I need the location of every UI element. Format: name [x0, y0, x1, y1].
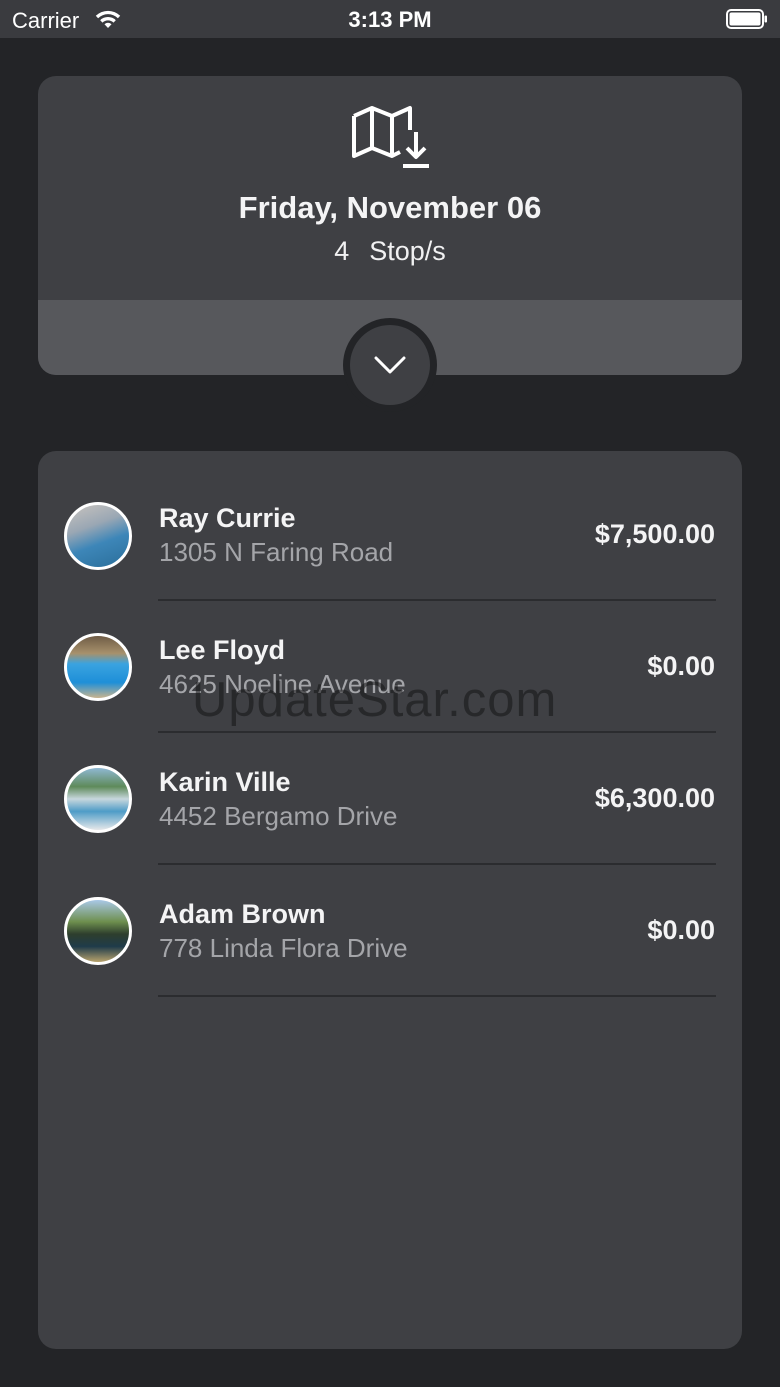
- status-bar: Carrier 3:13 PM: [0, 0, 780, 38]
- stop-amount: $6,300.00: [594, 783, 715, 813]
- stop-amount: $7,500.00: [594, 519, 715, 549]
- customer-avatar: [64, 502, 132, 570]
- customer-avatar: [64, 765, 132, 833]
- stop-row[interactable]: Adam Brown 778 Linda Flora Drive $0.00: [38, 847, 742, 997]
- customer-avatar: [64, 897, 132, 965]
- customer-avatar: [64, 633, 132, 701]
- stop-row[interactable]: Ray Currie 1305 N Faring Road $7,500.00: [38, 451, 742, 601]
- stop-amount: $0.00: [647, 651, 715, 681]
- chevron-down-icon: [374, 356, 406, 374]
- map-download-icon[interactable]: [352, 104, 430, 170]
- watermark: UpdateStar.com: [192, 673, 558, 727]
- customer-name: Adam Brown: [159, 899, 326, 929]
- row-divider: [158, 995, 716, 997]
- customer-name: Karin Ville: [159, 767, 291, 797]
- status-time: 3:13 PM: [348, 7, 432, 32]
- customer-address: 1305 N Faring Road: [159, 537, 394, 567]
- customer-address: 4452 Bergamo Drive: [159, 801, 398, 831]
- customer-address: 778 Linda Flora Drive: [159, 933, 408, 963]
- expand-button[interactable]: [343, 318, 437, 412]
- battery-icon: [726, 9, 767, 29]
- stop-count: 4: [334, 236, 350, 266]
- customer-name: Ray Currie: [159, 503, 296, 533]
- stop-amount: $0.00: [647, 915, 715, 945]
- stop-count-label: Stop/s: [369, 236, 446, 266]
- stop-count-line: 4 Stop/s: [38, 236, 742, 267]
- route-date: Friday, November 06: [238, 190, 542, 225]
- expand-button-face[interactable]: [350, 325, 430, 405]
- stops-list: Ray Currie 1305 N Faring Road $7,500.00 …: [38, 451, 742, 1349]
- customer-name: Lee Floyd: [159, 635, 286, 665]
- stop-row[interactable]: Karin Ville 4452 Bergamo Drive $6,300.00: [38, 715, 742, 865]
